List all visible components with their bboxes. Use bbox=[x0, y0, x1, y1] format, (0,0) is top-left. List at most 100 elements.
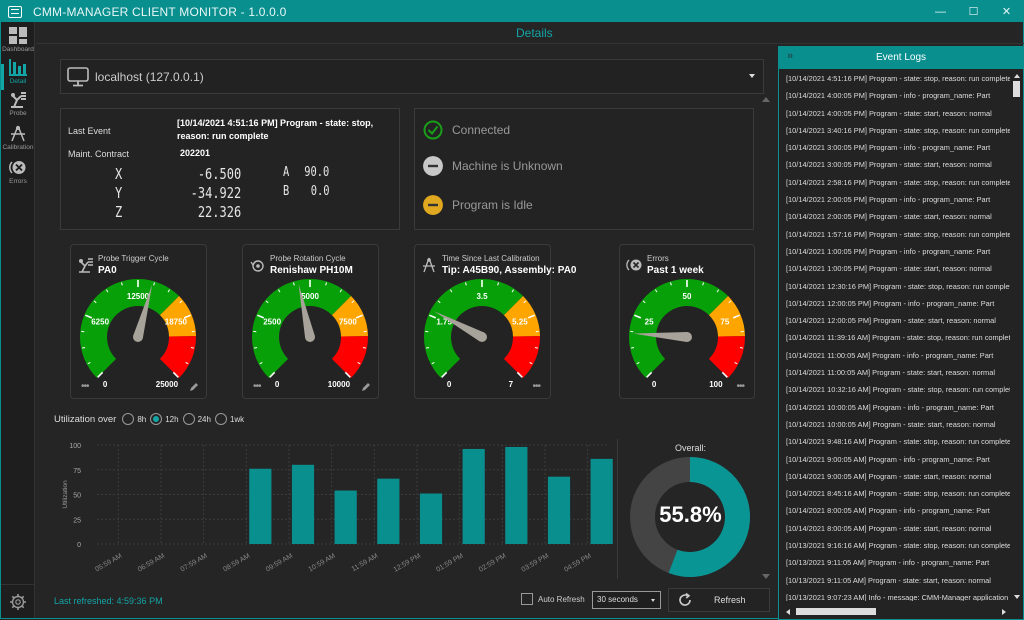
more-icon[interactable]: ••• bbox=[736, 384, 744, 390]
sidebar-item-errors[interactable]: Errors bbox=[1, 156, 35, 196]
error-icon bbox=[626, 257, 642, 273]
log-item[interactable]: [10/14/2021 11:00:05 AM] Program - info … bbox=[780, 347, 1010, 364]
more-icon[interactable]: ••• bbox=[532, 384, 540, 390]
checkbox[interactable] bbox=[521, 593, 533, 605]
x-tick-label: 05:59 AM bbox=[94, 553, 123, 573]
sidebar-item-label: Detail bbox=[10, 78, 27, 85]
gauge-tick bbox=[254, 348, 257, 349]
radio-1wk[interactable]: 1wk bbox=[215, 413, 244, 425]
log-item[interactable]: [10/14/2021 11:00:05 AM] Program - state… bbox=[780, 364, 1010, 381]
auto-refresh-label: Auto Refresh bbox=[538, 595, 585, 604]
host-select[interactable]: localhost (127.0.0.1) bbox=[60, 59, 764, 94]
log-item[interactable]: [10/14/2021 1:00:05 PM] Program - state:… bbox=[780, 260, 1010, 277]
log-item[interactable]: [10/14/2021 8:45:16 AM] Program - state:… bbox=[780, 485, 1010, 502]
settings-button[interactable] bbox=[1, 584, 35, 618]
scroll-left-arrow[interactable] bbox=[786, 609, 790, 615]
log-item[interactable]: [10/14/2021 2:00:05 PM] Program - info -… bbox=[780, 191, 1010, 208]
close-button[interactable]: ✕ bbox=[990, 1, 1023, 22]
log-item[interactable]: [10/13/2021 9:16:16 AM] Program - state:… bbox=[780, 537, 1010, 554]
host-select-value: localhost (127.0.0.1) bbox=[95, 70, 204, 84]
axis-y-value: -34.922 bbox=[190, 184, 241, 202]
scroll-thumb[interactable] bbox=[796, 608, 876, 615]
log-item[interactable]: [10/13/2021 9:11:05 AM] Program - state:… bbox=[780, 572, 1010, 589]
horizontal-scrollbar[interactable] bbox=[780, 606, 1010, 618]
log-item[interactable]: [10/13/2021 9:11:05 AM] Program - info -… bbox=[780, 554, 1010, 571]
pencil-icon[interactable] bbox=[361, 382, 371, 392]
rotation-icon bbox=[249, 257, 265, 273]
scroll-right-arrow[interactable] bbox=[1002, 609, 1006, 615]
gauge-tick-label: 100 bbox=[709, 380, 723, 389]
log-item[interactable]: [10/14/2021 8:00:05 AM] Program - state:… bbox=[780, 520, 1010, 537]
log-item[interactable]: [10/14/2021 11:39:16 AM] Program - state… bbox=[780, 329, 1010, 346]
window-title: CMM-MANAGER CLIENT MONITOR - 1.0.0.0 bbox=[33, 5, 286, 19]
log-item[interactable]: [10/14/2021 12:30:16 PM] Program - state… bbox=[780, 278, 1010, 295]
log-item[interactable]: [10/14/2021 9:48:16 AM] Program - state:… bbox=[780, 433, 1010, 450]
scroll-up-arrow[interactable] bbox=[762, 97, 770, 102]
gauge-tick-label: 7 bbox=[509, 380, 514, 389]
overall-utilization: Overall: 55.8% bbox=[617, 439, 762, 579]
refresh-interval-select[interactable]: 30 seconds bbox=[592, 591, 661, 609]
gauge-tick bbox=[535, 348, 538, 349]
gauge-band-critical bbox=[504, 336, 540, 378]
log-item[interactable]: [10/14/2021 12:00:05 PM] Program - state… bbox=[780, 312, 1010, 329]
gauge-calibration: 01.753.55.257 bbox=[415, 279, 552, 389]
gauge-tick-label: 10000 bbox=[328, 380, 351, 389]
event-logs-panel: » Event Logs [10/14/2021 4:51:16 PM] Pro… bbox=[778, 46, 1024, 620]
radio-24h[interactable]: 24h bbox=[183, 413, 211, 425]
more-icon[interactable]: ••• bbox=[81, 384, 89, 390]
title-bar[interactable]: CMM-MANAGER CLIENT MONITOR - 1.0.0.0 — ☐… bbox=[1, 1, 1023, 22]
axis-y-label: Y bbox=[115, 184, 122, 202]
log-item[interactable]: [10/14/2021 10:00:05 AM] Program - info … bbox=[780, 399, 1010, 416]
log-item[interactable]: [10/14/2021 4:51:16 PM] Program - state:… bbox=[780, 70, 1010, 87]
scroll-down-arrow[interactable] bbox=[1014, 595, 1020, 599]
scroll-up-arrow[interactable] bbox=[1014, 74, 1020, 78]
log-item[interactable]: [10/14/2021 10:32:16 AM] Program - state… bbox=[780, 381, 1010, 398]
log-item[interactable]: [10/14/2021 4:00:05 PM] Program - info -… bbox=[780, 87, 1010, 104]
axis-x-value: -6.500 bbox=[198, 165, 241, 183]
minimize-button[interactable]: — bbox=[924, 1, 957, 22]
x-tick-label: 02:59 PM bbox=[478, 553, 508, 573]
axis-z-label: Z bbox=[115, 203, 122, 221]
auto-refresh-checkbox[interactable]: Auto Refresh bbox=[521, 593, 585, 605]
log-item[interactable]: [10/14/2021 2:00:05 PM] Program - state:… bbox=[780, 208, 1010, 225]
gauge-needle-hub bbox=[477, 332, 487, 342]
y-axis-label: Utilization bbox=[62, 480, 69, 509]
gauge-needle-hub bbox=[305, 332, 315, 342]
bar bbox=[377, 479, 399, 544]
log-item[interactable]: [10/14/2021 1:57:16 PM] Program - state:… bbox=[780, 226, 1010, 243]
gauge-subtitle: Tip: A45B90, Assembly: PA0 bbox=[442, 265, 577, 276]
log-item[interactable]: [10/14/2021 1:00:05 PM] Program - info -… bbox=[780, 243, 1010, 260]
scroll-down-arrow[interactable] bbox=[762, 574, 770, 579]
radio-8h[interactable]: 8h bbox=[122, 413, 146, 425]
log-item[interactable]: [10/14/2021 9:00:05 AM] Program - info -… bbox=[780, 451, 1010, 468]
log-item[interactable]: [10/14/2021 3:40:16 PM] Program - state:… bbox=[780, 122, 1010, 139]
vertical-scrollbar[interactable] bbox=[1011, 70, 1022, 601]
status-machine: Machine is Unknown bbox=[423, 156, 563, 176]
log-item[interactable]: [10/14/2021 3:00:05 PM] Program - state:… bbox=[780, 156, 1010, 173]
log-item[interactable]: [10/14/2021 8:00:05 AM] Program - info -… bbox=[780, 502, 1010, 519]
radio-12h[interactable]: 12h bbox=[150, 413, 178, 425]
log-item[interactable]: [10/13/2021 9:07:23 AM] Info - message: … bbox=[780, 589, 1010, 601]
refresh-button[interactable]: Refresh bbox=[668, 588, 770, 612]
y-tick-label: 100 bbox=[69, 443, 81, 450]
pencil-icon[interactable] bbox=[189, 382, 199, 392]
bar-chart-icon bbox=[9, 59, 27, 76]
gauge-subtitle: Past 1 week bbox=[647, 265, 704, 276]
scroll-thumb[interactable] bbox=[1013, 81, 1020, 97]
log-item[interactable]: [10/14/2021 9:00:05 AM] Program - state:… bbox=[780, 468, 1010, 485]
log-item[interactable]: [10/14/2021 12:00:05 PM] Program - info … bbox=[780, 295, 1010, 312]
gauge-tick-label: 7500 bbox=[339, 317, 357, 326]
maximize-button[interactable]: ☐ bbox=[957, 1, 990, 22]
more-icon[interactable]: ••• bbox=[253, 384, 261, 390]
log-item[interactable]: [10/14/2021 2:58:16 PM] Program - state:… bbox=[780, 174, 1010, 191]
maint-contract-label: Maint. Contract bbox=[68, 149, 129, 159]
gauge-tick-label: 75 bbox=[720, 317, 729, 326]
log-item[interactable]: [10/14/2021 4:00:05 PM] Program - state:… bbox=[780, 105, 1010, 122]
log-item[interactable]: [10/14/2021 10:00:05 AM] Program - state… bbox=[780, 416, 1010, 433]
maint-contract-value: 202201 bbox=[180, 147, 210, 160]
x-tick-label: 01:59 PM bbox=[435, 553, 465, 573]
overall-label: Overall: bbox=[618, 443, 763, 453]
bar bbox=[463, 449, 485, 544]
last-event-value: [10/14/2021 4:51:16 PM] Program - state:… bbox=[177, 117, 377, 143]
log-item[interactable]: [10/14/2021 3:00:05 PM] Program - info -… bbox=[780, 139, 1010, 156]
